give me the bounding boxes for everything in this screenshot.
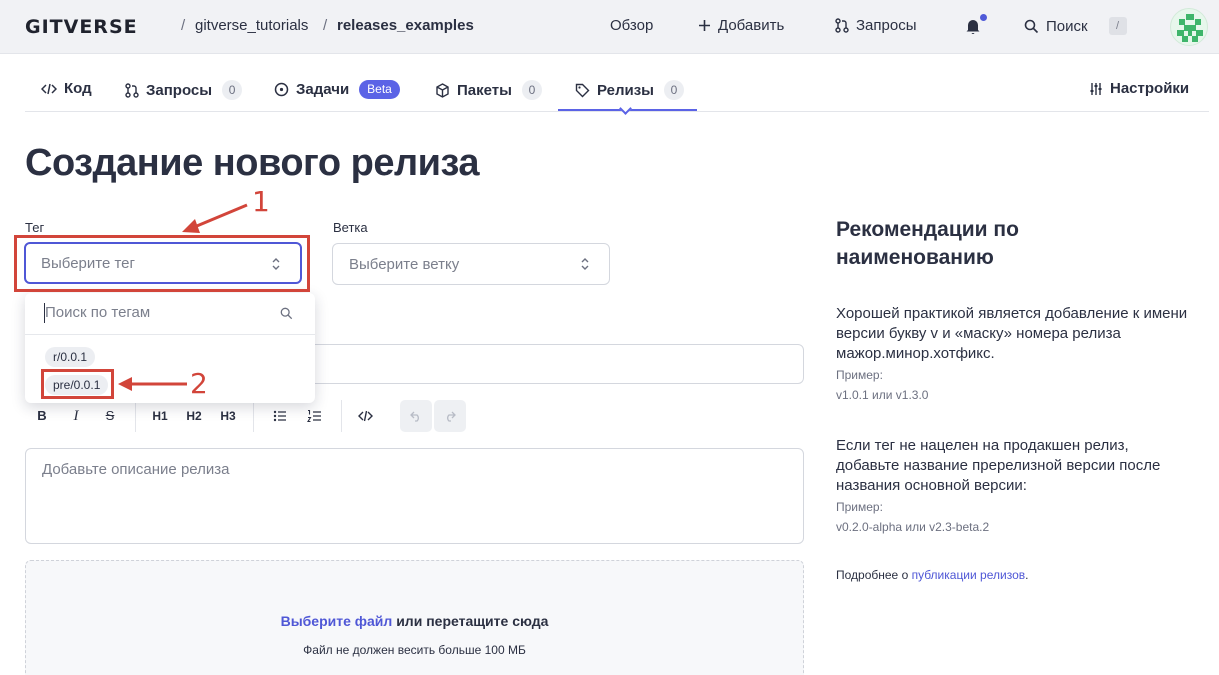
nav-search-button[interactable]: Поиск / (1024, 17, 1127, 35)
annotation-box-tag-option (41, 369, 114, 399)
tag-label: Тег (25, 220, 45, 235)
nav-requests-label: Запросы (856, 17, 917, 34)
annotation-arrow-1 (182, 203, 248, 233)
dropzone-drag-text: или перетащите сюда (392, 613, 549, 629)
tab-releases-count: 0 (664, 80, 684, 100)
top-header: GITVERSE / gitverse_tutorials / releases… (0, 0, 1219, 54)
nav-add-label: Добавить (718, 17, 785, 34)
text-cursor (44, 303, 45, 323)
issue-icon (274, 82, 289, 97)
tab-releases-label: Релизы (597, 81, 654, 99)
branch-select-placeholder: Выберите ветку (349, 256, 460, 273)
active-tab-caret (619, 102, 632, 115)
bulleted-list-icon[interactable] (273, 409, 287, 423)
gitverse-logo[interactable]: GITVERSE (25, 16, 138, 38)
tag-search-placeholder: Поиск по тегам (45, 304, 151, 321)
breadcrumb-separator: / (323, 17, 328, 34)
page-title: Создание нового релиза (25, 142, 480, 184)
strikethrough-button[interactable]: S (99, 406, 121, 426)
nav-overview[interactable]: Обзор (610, 17, 653, 34)
pull-request-icon (125, 82, 139, 98)
tab-settings-label: Настройки (1110, 80, 1190, 97)
release-publishing-link[interactable]: публикации релизов (912, 568, 1026, 582)
recommendation-text-1: Хорошей практикой является добавление к … (836, 305, 1188, 362)
search-icon (1024, 19, 1039, 33)
tab-code[interactable]: Код (41, 80, 92, 97)
nav-search-label: Поиск (1046, 17, 1088, 35)
recommendation-text-2: Если тег не нацелен на продакшен релиз, … (836, 437, 1161, 494)
more-info-suffix: . (1025, 568, 1029, 582)
tab-issues-label: Задачи (296, 81, 350, 98)
package-icon (436, 82, 449, 98)
branch-select[interactable]: Выберите ветку (332, 243, 610, 285)
avatar-identicon (1177, 14, 1203, 42)
example-1: v1.0.1 или v1.3.0 (836, 388, 929, 402)
tab-code-label: Код (64, 80, 92, 97)
settings-sliders-icon (1090, 82, 1102, 95)
example-label-2: Пример: (836, 500, 883, 514)
dropzone-main-text: Выберите файл или перетащите сюда (26, 613, 803, 629)
numbered-list-icon[interactable] (307, 409, 321, 423)
redo-icon (447, 411, 456, 422)
plus-icon (699, 20, 710, 31)
recommendations-title: Рекомендации по наименованию (836, 218, 1019, 269)
code-block-icon[interactable] (358, 410, 373, 422)
nav-requests[interactable]: Запросы (835, 17, 917, 34)
choose-file-link[interactable]: Выберите файл (281, 613, 393, 629)
annotation-number-2: 2 (190, 367, 208, 400)
redo-button[interactable] (434, 400, 466, 432)
tab-packages[interactable]: Пакеты 0 (435, 80, 542, 100)
notification-dot (980, 14, 987, 21)
tab-packages-count: 0 (521, 80, 542, 100)
heading2-button[interactable]: H2 (183, 406, 205, 426)
annotation-box-tag-select (14, 235, 310, 292)
updown-chevron-icon (581, 258, 589, 270)
breadcrumb-separator: / (181, 17, 186, 34)
breadcrumb-owner[interactable]: gitverse_tutorials (195, 17, 308, 34)
heading1-button[interactable]: H1 (149, 406, 171, 426)
description-placeholder: Добавьте описание релиза (42, 461, 230, 478)
tag-option[interactable]: r/0.0.1 (45, 347, 96, 367)
code-icon (41, 83, 57, 94)
user-avatar[interactable] (1170, 8, 1208, 46)
tag-search-input[interactable]: Поиск по тегам (25, 293, 315, 335)
branch-label: Ветка (333, 220, 368, 235)
beta-badge: Beta (359, 80, 400, 99)
pull-request-icon (835, 18, 849, 33)
example-label-1: Пример: (836, 368, 883, 382)
more-info-text: Подробнее о публикации релизов. (836, 568, 1028, 582)
description-textarea[interactable]: Добавьте описание релиза (25, 448, 804, 544)
tab-issues[interactable]: Задачи Beta (274, 80, 400, 99)
nav-overview-label: Обзор (610, 17, 654, 34)
tab-releases[interactable]: Релизы 0 (575, 80, 684, 100)
tab-requests-count: 0 (222, 80, 243, 100)
more-info-prefix: Подробнее о (836, 568, 912, 582)
example-2: v0.2.0-alpha или v2.3-beta.2 (836, 520, 990, 534)
italic-button[interactable]: I (65, 406, 87, 426)
undo-icon (410, 411, 419, 422)
tab-requests[interactable]: Запросы 0 (125, 80, 243, 100)
file-dropzone[interactable]: Выберите файл или перетащите сюда Файл н… (25, 560, 804, 675)
bell-icon[interactable] (965, 18, 981, 35)
toolbar-divider (135, 400, 136, 432)
tab-requests-label: Запросы (146, 81, 213, 99)
repo-tabs: Код Запросы 0 Задачи Beta Пакеты 0 Релиз… (25, 70, 1209, 115)
tab-packages-label: Пакеты (457, 81, 512, 99)
search-icon (280, 307, 293, 320)
undo-button[interactable] (400, 400, 432, 432)
breadcrumb-repo[interactable]: releases_examples (337, 17, 474, 34)
heading3-button[interactable]: H3 (217, 406, 239, 426)
dropzone-size-limit: Файл не должен весить больше 100 МБ (303, 643, 526, 657)
annotation-number-1: 1 (252, 185, 270, 218)
toolbar-divider (253, 400, 254, 432)
tag-icon (575, 83, 590, 97)
tab-settings[interactable]: Настройки (1089, 80, 1189, 97)
bold-button[interactable]: B (31, 406, 53, 426)
nav-add-button[interactable]: Добавить (698, 17, 784, 34)
toolbar-divider (341, 400, 342, 432)
search-shortcut-key: / (1108, 17, 1127, 35)
